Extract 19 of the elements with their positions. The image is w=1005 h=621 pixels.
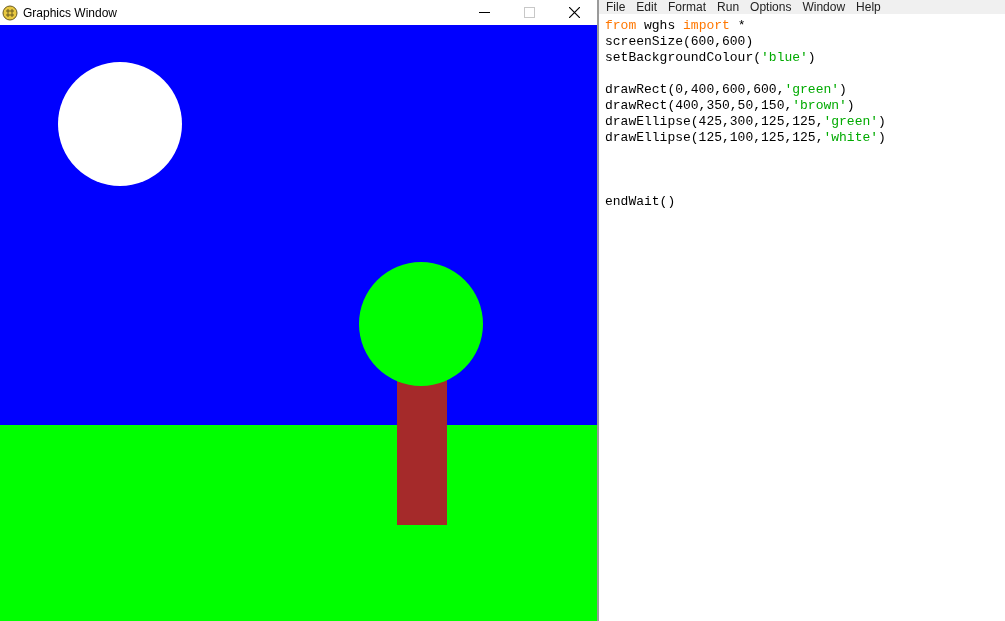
code-line: drawEllipse(125,100,125,125,'white') xyxy=(605,130,886,146)
menu-item[interactable]: Options xyxy=(750,0,792,14)
code-line: from wghs import * xyxy=(605,18,746,34)
menu-item[interactable]: Format xyxy=(668,0,707,14)
window-title: Graphics Window xyxy=(23,5,119,20)
code-line: setBackgroundColour('blue') xyxy=(605,50,816,66)
code-line: drawRect(400,350,50,150,'brown') xyxy=(605,98,855,114)
menu-item[interactable]: File xyxy=(606,0,626,14)
minimize-icon xyxy=(479,12,490,13)
code-line: drawRect(0,400,600,600,'green') xyxy=(605,82,847,98)
menu-item[interactable]: Edit xyxy=(636,0,658,14)
code-line: drawEllipse(425,300,125,125,'green') xyxy=(605,114,886,130)
maximize-icon xyxy=(524,7,535,18)
menu-item[interactable]: Run xyxy=(717,0,740,14)
menu-item[interactable]: Help xyxy=(856,0,881,14)
code-line: screenSize(600,600) xyxy=(605,34,754,50)
code-line: endWait() xyxy=(605,194,676,210)
close-icon xyxy=(569,7,580,18)
menu-item[interactable]: Window xyxy=(802,0,846,14)
